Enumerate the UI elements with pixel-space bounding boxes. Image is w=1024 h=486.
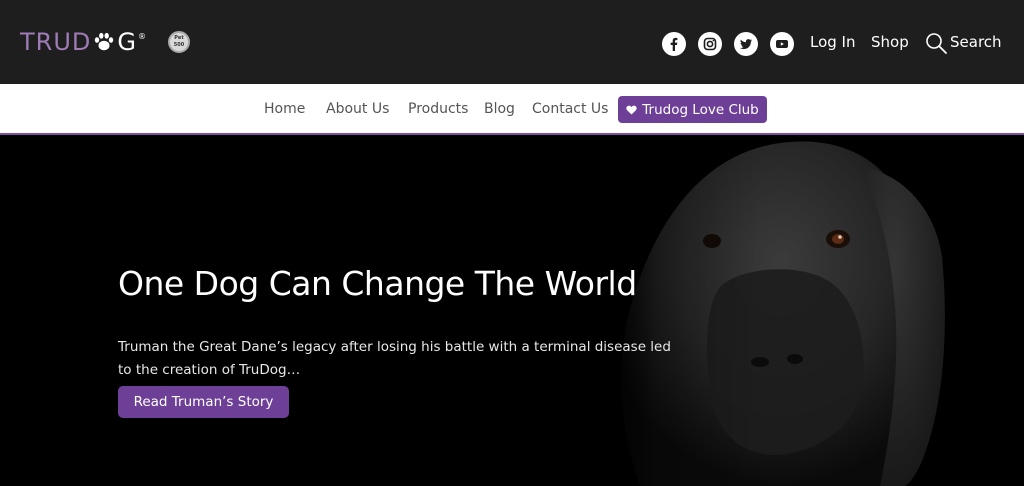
trudog-logo[interactable]: TRUD G ® bbox=[20, 28, 147, 56]
hero-headline: One Dog Can Change The World bbox=[118, 264, 637, 303]
main-nav: Home About Us Products Blog Contact Us T… bbox=[0, 84, 1024, 135]
login-link[interactable]: Log In bbox=[810, 33, 856, 51]
shop-link[interactable]: Shop bbox=[871, 33, 909, 51]
twitter-icon[interactable] bbox=[734, 32, 758, 56]
logo-text-tru: TRUD bbox=[20, 28, 92, 56]
nav-item-products[interactable]: Products bbox=[408, 101, 468, 117]
pet-500-badge: Pet 500 bbox=[168, 31, 190, 53]
search-icon[interactable] bbox=[924, 31, 948, 55]
registered-mark: ® bbox=[138, 32, 147, 41]
great-dane-image bbox=[600, 137, 945, 486]
love-club-label: Trudog Love Club bbox=[642, 101, 759, 118]
nav-item-about-us[interactable]: About Us bbox=[326, 101, 389, 117]
logo-text-g: G bbox=[117, 28, 137, 56]
read-story-button[interactable]: Read Truman’s Story bbox=[118, 386, 289, 418]
badge-line-2: 500 bbox=[173, 42, 185, 48]
hero-subtext: Truman the Great Dane’s legacy after los… bbox=[118, 339, 671, 378]
facebook-icon[interactable] bbox=[662, 32, 686, 56]
instagram-icon[interactable] bbox=[698, 32, 722, 56]
nav-item-home[interactable]: Home bbox=[264, 101, 305, 117]
youtube-icon[interactable] bbox=[770, 32, 794, 56]
nav-item-contact-us[interactable]: Contact Us bbox=[532, 101, 608, 117]
love-club-button[interactable]: Trudog Love Club bbox=[618, 96, 767, 123]
paw-icon bbox=[95, 32, 114, 51]
hero-banner: One Dog Can Change The World Truman the … bbox=[0, 137, 1024, 486]
badge-line-1: Pet bbox=[174, 35, 184, 41]
top-bar: TRUD G ® Pet 500 Log In Shop Search bbox=[0, 0, 1024, 84]
search-link[interactable]: Search bbox=[950, 33, 1002, 51]
nav-item-blog[interactable]: Blog bbox=[484, 101, 515, 117]
heart-icon bbox=[626, 105, 637, 115]
